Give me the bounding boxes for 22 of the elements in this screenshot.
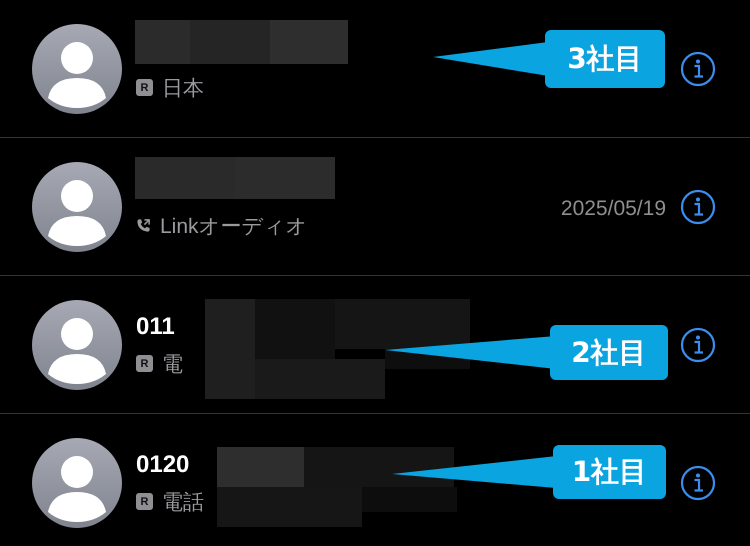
caller-number: 011: [136, 312, 175, 340]
call-date: 2025/05/19: [560, 196, 666, 220]
caller-number: 0120: [136, 450, 190, 478]
callout-label: 1社目: [553, 445, 666, 499]
avatar-icon: [32, 438, 122, 528]
call-type-label: 電話: [162, 490, 204, 516]
source-badge: R: [136, 493, 153, 510]
avatar-icon: [32, 162, 122, 252]
callout-label: 2社目: [550, 325, 668, 380]
phone-link-icon: [136, 218, 151, 233]
call-type-label: Linkオーディオ: [160, 214, 308, 240]
info-icon[interactable]: [680, 464, 716, 500]
call-type-label: 電: [162, 352, 183, 378]
callout-label: 3社目: [545, 30, 665, 88]
info-icon[interactable]: [680, 326, 716, 362]
info-icon[interactable]: [680, 188, 716, 224]
info-icon[interactable]: [680, 50, 716, 86]
source-badge: R: [136, 79, 153, 96]
avatar-icon: [32, 24, 122, 114]
avatar-icon: [32, 300, 122, 390]
source-badge: R: [136, 355, 153, 372]
call-type-label: 日本: [162, 76, 204, 102]
